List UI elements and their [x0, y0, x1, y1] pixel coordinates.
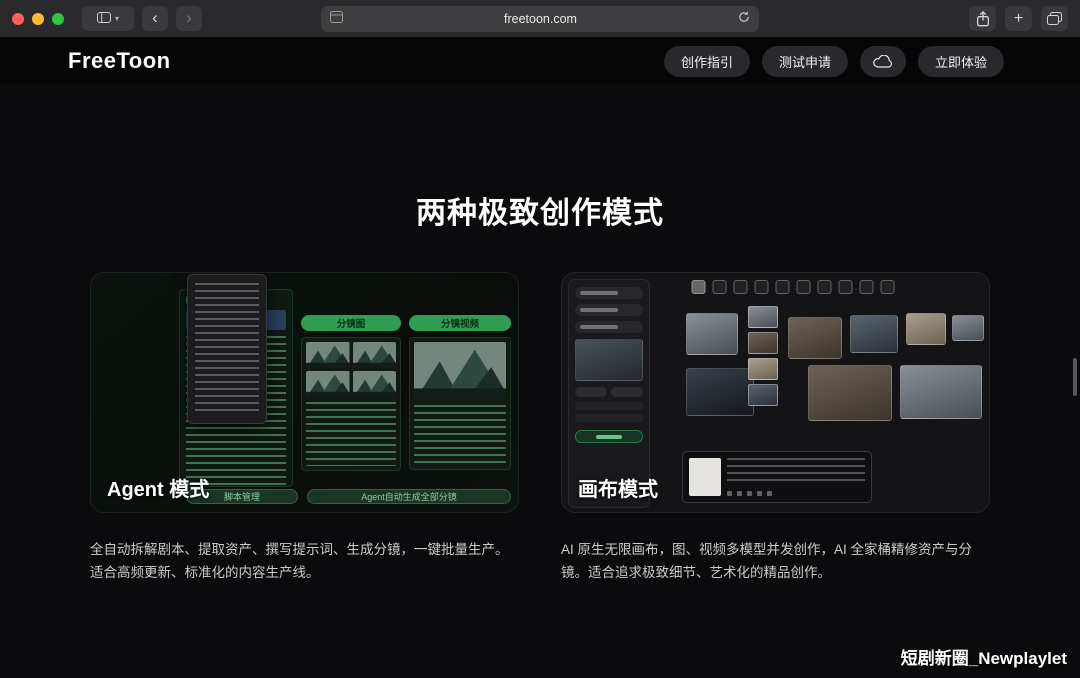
tab-overview-button[interactable]: [1041, 6, 1068, 31]
generate-button: [575, 430, 643, 443]
storyboard-thumb-image: [306, 371, 350, 397]
mode-cards: 分镜图 分镜视频 脚本管理 Agent自动生成全部分镜 Agent 模式 全自动…: [0, 272, 1080, 584]
video-column: 分镜视频: [409, 315, 511, 470]
video-text-lines: [414, 405, 506, 465]
canvas-thumbnail: [748, 384, 778, 406]
sidebar-menu-item: [575, 287, 643, 299]
share-button[interactable]: [969, 6, 996, 31]
site-header: FreeToon 创作指引 测试申请 立即体验: [0, 38, 1080, 84]
tool-icon: [796, 280, 811, 294]
url-text: freetoon.com: [504, 12, 577, 26]
tool-icon: [838, 280, 853, 294]
canvas-thumbnail: [748, 358, 778, 380]
note-popup: [187, 274, 267, 424]
canvas-mode-card: 画布模式: [561, 272, 990, 513]
tool-icon: [754, 280, 769, 294]
tabs-icon: [1047, 12, 1062, 25]
tool-icon: [880, 280, 895, 294]
canvas-thumbnail: [808, 365, 892, 421]
page: ▾ ‹ › freetoon.com + FreeToon 创作指引 测试申请 …: [0, 0, 1080, 678]
canvas-toolbar: [691, 280, 895, 294]
site-nav: 创作指引 测试申请 立即体验: [663, 45, 1004, 77]
prompt-action-icons: [727, 491, 865, 496]
sidebar-preview-image: [575, 339, 643, 381]
nav-creation-guide-button[interactable]: 创作指引: [663, 45, 750, 77]
agent-mode-card: 分镜图 分镜视频 脚本管理 Agent自动生成全部分镜 Agent 模式: [90, 272, 519, 513]
canvas-thumbnail: [952, 315, 984, 341]
sidebar-menu-item: [575, 304, 643, 316]
tool-icon: [817, 280, 832, 294]
agent-mode-description: 全自动拆解剧本、提取资产、撰写提示词、生成分镜，一键批量生产。适合高频更新、标准…: [90, 542, 509, 580]
traffic-lights: [12, 12, 64, 25]
canvas-thumbnail: [686, 368, 754, 416]
nav-test-apply-button[interactable]: 测试申请: [761, 45, 848, 77]
storyboard-text-lines: [306, 402, 396, 466]
canvas-thumbnail: [850, 315, 898, 353]
canvas-thumbnail: [748, 306, 778, 328]
sidebar-icon: [96, 10, 111, 28]
video-frame-image: [414, 342, 506, 400]
minimize-button[interactable]: [32, 12, 44, 25]
plus-icon: +: [1013, 9, 1024, 27]
zoom-button[interactable]: [52, 12, 64, 25]
tool-icon: [859, 280, 874, 294]
sidebar-button-row: [575, 387, 643, 397]
share-icon: [976, 10, 989, 26]
site-logo[interactable]: FreeToon: [68, 48, 171, 74]
cloud-button[interactable]: [859, 45, 906, 77]
storyboard-thumbnails: [306, 342, 396, 397]
forward-button[interactable]: ›: [176, 6, 202, 31]
canvas-thumbnail: [748, 332, 778, 354]
tool-icon: [733, 280, 748, 294]
reload-icon[interactable]: [738, 10, 750, 28]
agent-mode-label: Agent 模式: [107, 479, 210, 501]
storyboard-panel: [301, 337, 401, 471]
tool-icon: [775, 280, 790, 294]
video-panel: [409, 337, 511, 470]
storyboard-video-tab: 分镜视频: [409, 315, 511, 331]
canvas-mode-label: 画布模式: [578, 479, 658, 501]
sidebar-input: [575, 402, 643, 410]
watermark: 短剧新圈_Newplaylet: [900, 649, 1067, 668]
tool-icon: [712, 280, 727, 294]
page-settings-icon: [330, 10, 343, 28]
chrome-right-cluster: +: [969, 6, 1068, 31]
page-title: 两种极致创作模式: [416, 197, 664, 230]
canvas-prompt-panel: [682, 451, 872, 503]
page-scrollbar[interactable]: [1073, 358, 1077, 396]
note-text-lines: [195, 283, 259, 415]
agent-mode-column: 分镜图 分镜视频 脚本管理 Agent自动生成全部分镜 Agent 模式 全自动…: [90, 272, 519, 584]
canvas-thumbnail: [906, 313, 946, 345]
browser-chrome: ▾ ‹ › freetoon.com +: [0, 0, 1080, 38]
canvas-thumbnail: [788, 317, 842, 359]
canvas-thumbnail-strip: [748, 306, 778, 406]
prompt-panel-body: [727, 458, 865, 496]
address-bar[interactable]: freetoon.com: [321, 6, 759, 32]
canvas-mode-column: 画布模式 AI 原生无限画布，图、视频多模型并发创作，AI 全家桶精修资产与分镜…: [561, 272, 990, 584]
close-button[interactable]: [12, 12, 24, 25]
sidebar-menu-item: [575, 321, 643, 333]
canvas-mode-description: AI 原生无限画布，图、视频多模型并发创作，AI 全家桶精修资产与分镜。适合追求…: [561, 542, 973, 580]
prompt-reference-image: [689, 458, 721, 496]
main-content: 两种极致创作模式 分镜图 分镜视频 脚本管理 Agent自动生成全部分镜 Age…: [0, 84, 1080, 584]
chevron-down-icon: ▾: [114, 14, 119, 23]
sidebar-toggle-button[interactable]: ▾: [82, 6, 134, 31]
storyboard-thumb-image: [352, 371, 396, 397]
canvas-thumbnail: [686, 313, 738, 355]
canvas-thumbnail: [900, 365, 982, 419]
storyboard-thumb-image: [352, 342, 396, 368]
prompt-text-lines: [727, 458, 865, 482]
tool-icon: [691, 280, 706, 294]
storyboard-thumb-image: [306, 342, 350, 368]
sidebar-input: [575, 414, 643, 422]
cloud-icon: [873, 54, 892, 68]
back-button[interactable]: ‹: [142, 6, 168, 31]
nav-try-now-button[interactable]: 立即体验: [917, 45, 1004, 77]
agent-generate-pill: Agent自动生成全部分镜: [307, 489, 511, 504]
storyboard-image-tab: 分镜图: [301, 315, 401, 331]
new-tab-button[interactable]: +: [1005, 6, 1032, 31]
storyboard-column: 分镜图: [301, 315, 401, 471]
